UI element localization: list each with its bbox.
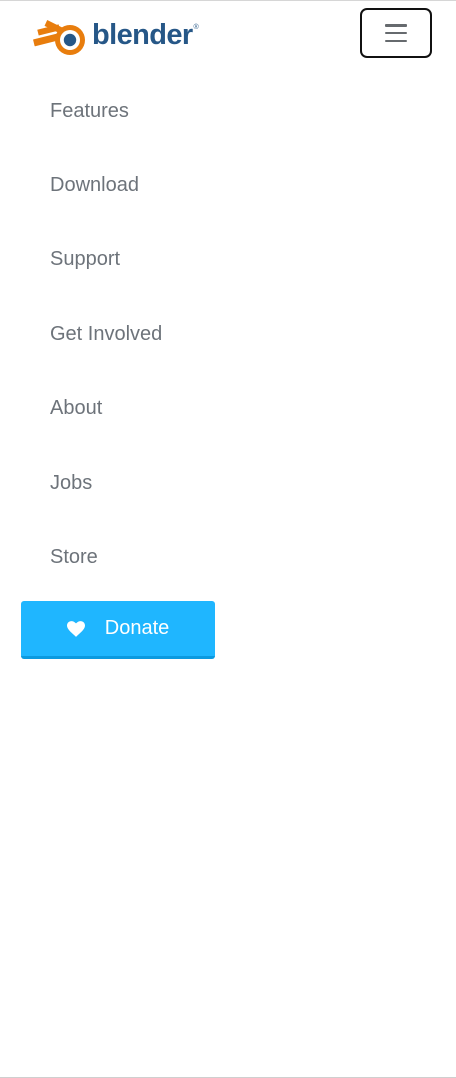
hamburger-icon [385,24,407,42]
nav-link-features[interactable]: Features [50,100,129,123]
nav-item-store: Store [0,520,456,594]
nav-link-get-involved[interactable]: Get Involved [50,323,162,346]
nav-item-features: Features [0,74,456,148]
menu-toggle-button[interactable] [360,8,432,58]
donate-button[interactable]: Donate [21,601,215,659]
nav-link-store[interactable]: Store [50,546,98,569]
donate-label: Donate [104,617,170,639]
registered-mark: ® [193,23,199,31]
nav-item-jobs: Jobs [0,446,456,520]
heart-icon [66,620,85,637]
nav-link-jobs[interactable]: Jobs [50,472,92,495]
nav-item-get-involved: Get Involved [0,297,456,371]
site-header: blender ® [0,0,456,80]
nav-item-about: About [0,372,456,446]
logo-wordmark: blender [92,18,193,51]
blender-logo[interactable]: blender ® [32,14,199,58]
blender-logo-icon [32,14,90,58]
nav-item-download: Download [0,148,456,222]
nav-link-support[interactable]: Support [50,248,120,271]
main-nav: Features Download Support Get Involved A… [0,74,456,595]
nav-link-about[interactable]: About [50,397,102,420]
nav-link-download[interactable]: Download [50,174,139,197]
nav-item-support: Support [0,223,456,297]
